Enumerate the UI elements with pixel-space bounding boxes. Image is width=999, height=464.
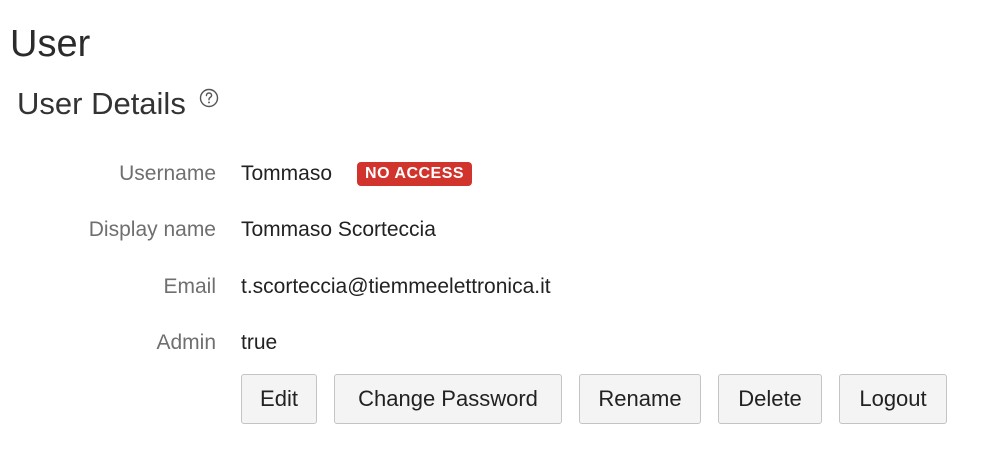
- display-name-label: Display name: [88, 218, 216, 241]
- email-label: Email: [163, 275, 216, 298]
- admin-value: true: [241, 331, 278, 354]
- change-password-button[interactable]: Change Password: [334, 374, 562, 424]
- section-title: User Details: [17, 86, 186, 121]
- rename-button[interactable]: Rename: [579, 374, 701, 424]
- help-icon[interactable]: [199, 88, 219, 108]
- admin-label: Admin: [156, 331, 216, 354]
- section-header: User Details: [17, 82, 219, 126]
- delete-button[interactable]: Delete: [718, 374, 822, 424]
- username-row: Username Tommaso NO ACCESS: [0, 159, 473, 189]
- edit-button[interactable]: Edit: [241, 374, 317, 424]
- username-label: Username: [119, 162, 216, 185]
- display-name-row: Display name Tommaso Scorteccia: [0, 215, 436, 245]
- email-row: Email t.scorteccia@tiemmeelettronica.it: [0, 272, 551, 302]
- admin-row: Admin true: [0, 328, 277, 358]
- action-buttons: Edit Change Password Rename Delete Logou…: [241, 374, 964, 424]
- page-title: User: [10, 23, 91, 65]
- no-access-badge: NO ACCESS: [357, 162, 473, 186]
- email-value: t.scorteccia@tiemmeelettronica.it: [241, 275, 551, 298]
- logout-button[interactable]: Logout: [839, 374, 947, 424]
- display-name-value: Tommaso Scorteccia: [241, 218, 436, 241]
- username-value: Tommaso: [241, 162, 333, 185]
